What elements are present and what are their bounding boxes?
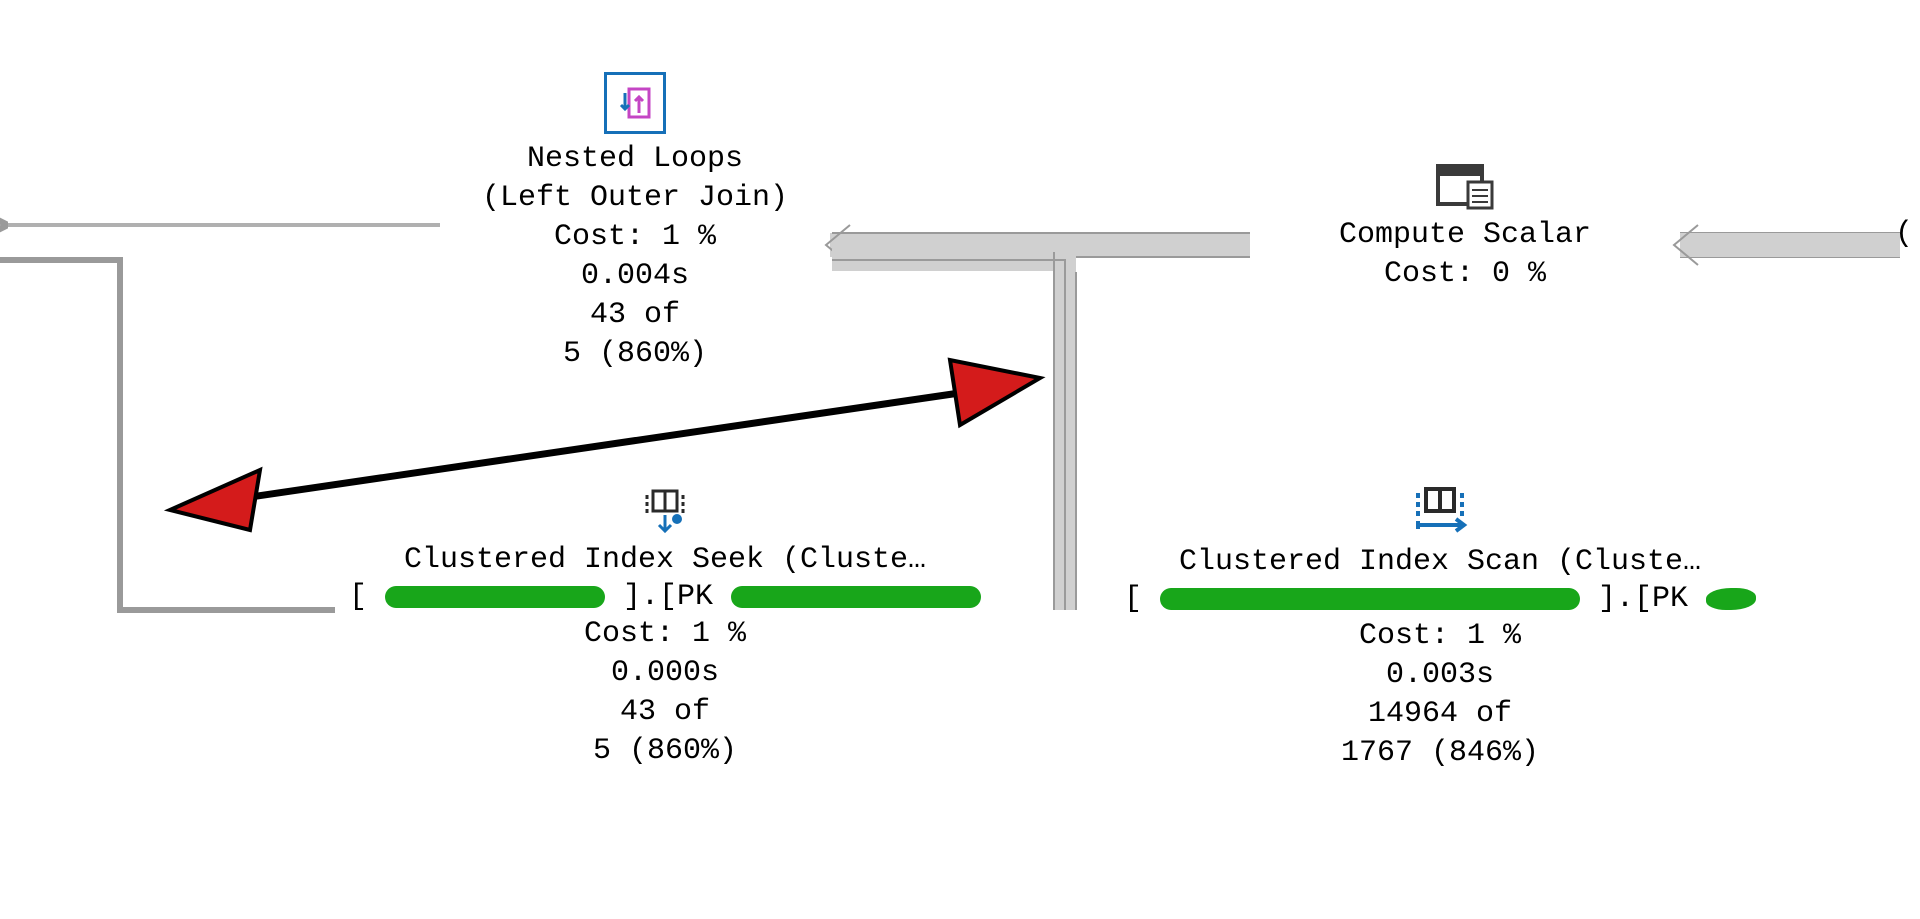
obj-prefix: [: [349, 580, 367, 614]
redacted-index-name: [1706, 588, 1756, 610]
index-scan-icon: [1408, 485, 1472, 537]
node-time: 0.004s: [440, 257, 830, 296]
index-seek-icon: [635, 485, 695, 535]
redacted-table-name: [385, 586, 605, 608]
node-cost: Cost: 0 %: [1250, 255, 1680, 294]
nested-loops-icon: [604, 72, 666, 134]
redacted-table-name: [1160, 588, 1580, 610]
obj-mid: ].[PK: [623, 580, 713, 614]
node-cost: Cost: 1 %: [1090, 617, 1790, 656]
plan-node-compute-scalar[interactable]: Compute Scalar Cost: 0 %: [1250, 160, 1680, 294]
node-time: 0.003s: [1090, 656, 1790, 695]
annotation-double-arrow: [0, 0, 1920, 919]
node-cost: Cost: 1 %: [335, 615, 995, 654]
plan-node-clustered-index-seek[interactable]: Clustered Index Seek (Cluste… [ ].[PK Co…: [335, 485, 995, 771]
node-subtitle: (Left Outer Join): [440, 179, 830, 218]
obj-mid: ].[PK: [1598, 582, 1688, 616]
node-cost: Cost: 1 %: [440, 218, 830, 257]
node-rows-actual: 14964 of: [1090, 695, 1790, 734]
execution-plan-canvas: Nested Loops (Left Outer Join) Cost: 1 %…: [0, 0, 1920, 919]
node-object: [ ].[PK: [1090, 582, 1790, 617]
plan-node-offscreen-right: (: [1895, 215, 1920, 254]
redacted-index-name: [731, 586, 981, 608]
node-rows-est: 5 (860%): [440, 335, 830, 374]
node-rows-est: 5 (860%): [335, 732, 995, 771]
obj-prefix: [: [1124, 582, 1142, 616]
node-rows-actual: 43 of: [335, 693, 995, 732]
node-title: Nested Loops: [440, 140, 830, 179]
plan-node-clustered-index-scan[interactable]: Clustered Index Scan (Cluste… [ ].[PK Co…: [1090, 485, 1790, 773]
plan-connectors: [0, 0, 1920, 919]
node-rows-est: 1767 (846%): [1090, 734, 1790, 773]
compute-scalar-icon: [1434, 160, 1496, 210]
node-title: Clustered Index Seek (Cluste…: [335, 541, 995, 580]
node-object: [ ].[PK: [335, 580, 995, 615]
node-title: Compute Scalar: [1250, 216, 1680, 255]
node-rows-actual: 43 of: [440, 296, 830, 335]
plan-node-nested-loops[interactable]: Nested Loops (Left Outer Join) Cost: 1 %…: [440, 72, 830, 374]
paren-fragment: (: [1895, 215, 1920, 254]
node-title: Clustered Index Scan (Cluste…: [1090, 543, 1790, 582]
node-time: 0.000s: [335, 654, 995, 693]
